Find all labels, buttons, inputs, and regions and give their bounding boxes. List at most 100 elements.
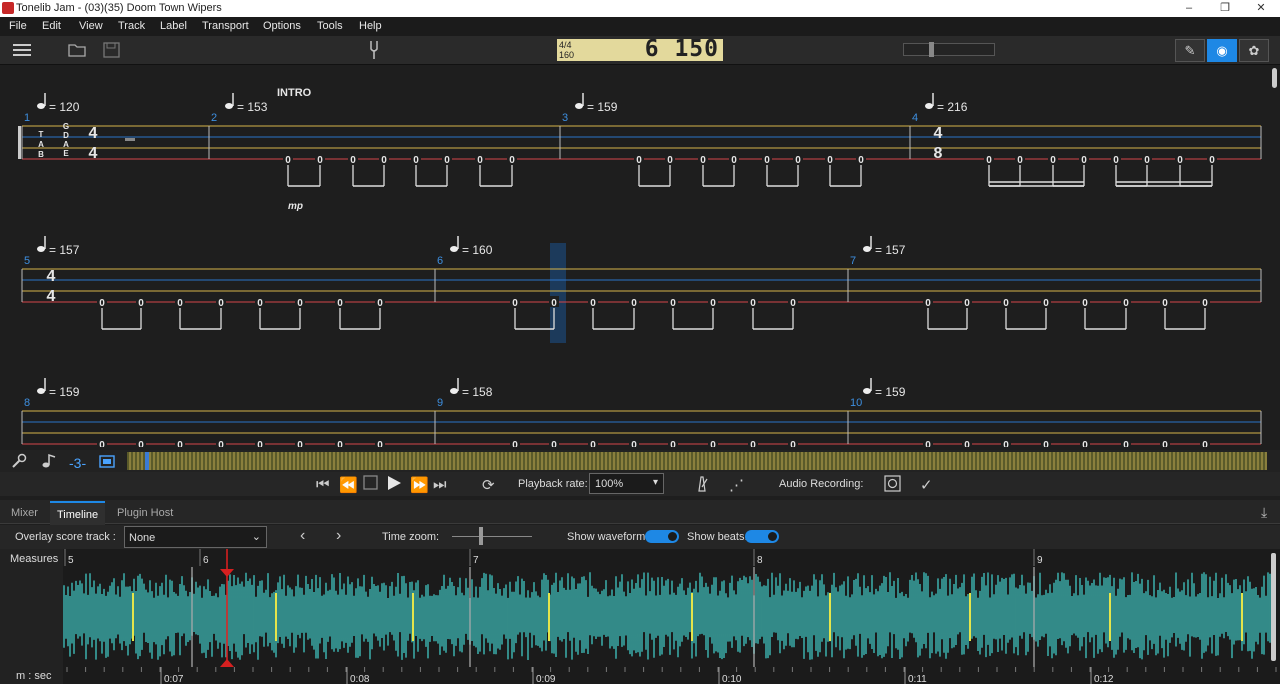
menu-transport[interactable]: Transport xyxy=(202,20,249,32)
toolbar: 4/4 160 6 150 ✎ ◉ ✿ xyxy=(0,36,1280,65)
fast-forward-icon[interactable]: ⏩ xyxy=(410,476,429,494)
time-zoom-thumb[interactable] xyxy=(479,527,483,545)
tab-3-icon[interactable]: -3- xyxy=(69,455,86,471)
fret-number: 0 xyxy=(1082,298,1088,309)
view-mode-button[interactable]: ◉ xyxy=(1207,39,1237,62)
time-signature-top: 4 xyxy=(89,125,98,142)
tempo-mark: = 158 xyxy=(462,385,493,399)
measure-number: 4 xyxy=(912,112,918,124)
tab-plugin-host[interactable]: Plugin Host xyxy=(117,507,173,519)
play-icon[interactable] xyxy=(386,475,402,495)
video-icon[interactable] xyxy=(99,453,115,472)
fret-number: 0 xyxy=(477,155,483,166)
tab-timeline[interactable]: Timeline xyxy=(50,501,106,525)
menu-label[interactable]: Label xyxy=(160,20,187,32)
menu-edit[interactable]: Edit xyxy=(42,20,61,32)
fret-number: 0 xyxy=(377,298,383,309)
beat-marker xyxy=(132,593,134,641)
skip-to-end-icon[interactable]: ⏭ xyxy=(433,476,447,493)
playhead-top-marker xyxy=(220,569,234,577)
show-waveform-toggle[interactable] xyxy=(645,530,679,543)
score-view[interactable]: 1 = 120 4 4 G D A E T A B 2 = 153 INTRO mp 0 0 0 0 0 0 0 0 3 = 1… xyxy=(0,66,1268,447)
tab-mixer[interactable]: Mixer xyxy=(11,507,38,519)
menu-file[interactable]: File xyxy=(9,20,27,32)
time-zoom-label: Time zoom: xyxy=(382,531,440,543)
fret-number: 0 xyxy=(317,155,323,166)
palette-mode-button[interactable]: ✿ xyxy=(1239,39,1269,62)
fret-number: 0 xyxy=(381,155,387,166)
menu-view[interactable]: View xyxy=(79,20,103,32)
show-beats-toggle[interactable] xyxy=(745,530,779,543)
minimize-button[interactable]: – xyxy=(1172,0,1206,17)
menu-tools[interactable]: Tools xyxy=(317,20,343,32)
waveform-canvas[interactable]: 5 6 7 8 9 0:07 0:08 0:09 0:10 0:11 0:12 xyxy=(63,549,1280,684)
quarter-note-icon xyxy=(863,246,871,252)
chevron-right-icon[interactable]: › xyxy=(336,527,341,545)
fret-number: 0 xyxy=(750,440,756,447)
fret-number: 0 xyxy=(750,298,756,309)
note-icon[interactable] xyxy=(41,453,57,472)
fret-number: 0 xyxy=(631,440,637,447)
record-icon[interactable] xyxy=(884,475,901,496)
confirm-recording-icon[interactable]: ✓ xyxy=(920,476,933,494)
menu-track[interactable]: Track xyxy=(118,20,145,32)
collapse-panel-icon[interactable]: ⤓ xyxy=(1261,504,1267,521)
maximize-button[interactable]: ❐ xyxy=(1208,0,1242,17)
menu-help[interactable]: Help xyxy=(359,20,382,32)
count-in-icon[interactable]: ⋰ xyxy=(729,476,744,494)
timeline-measure-number: 7 xyxy=(473,555,479,566)
beat-marker xyxy=(691,593,693,641)
measure-number: 2 xyxy=(211,112,217,124)
fret-number: 0 xyxy=(551,440,557,447)
rewind-icon[interactable]: ⏪ xyxy=(339,476,358,494)
fret-number: 0 xyxy=(1081,155,1087,166)
fret-number: 0 xyxy=(1162,440,1168,447)
zoom-slider-thumb[interactable] xyxy=(929,42,934,57)
playback-rate-select[interactable]: 100% ▾ xyxy=(589,473,664,494)
timeline-measure-number: 9 xyxy=(1037,555,1043,566)
fret-number: 0 xyxy=(1003,298,1009,309)
title-bar: Tonelib Jam - (03)(35) Doom Town Wipers … xyxy=(0,0,1280,17)
chevron-left-icon[interactable]: ‹ xyxy=(300,527,305,545)
measure-number: 3 xyxy=(562,112,568,124)
fret-number: 0 xyxy=(377,440,383,447)
zoom-slider[interactable] xyxy=(903,42,995,57)
overview-position-marker[interactable] xyxy=(145,452,149,470)
measure-number: 8 xyxy=(24,397,30,409)
time-label: 0:12 xyxy=(1094,674,1114,684)
folder-open-icon[interactable] xyxy=(68,42,88,62)
edit-mode-button[interactable]: ✎ xyxy=(1175,39,1205,62)
fret-number: 0 xyxy=(1202,440,1208,447)
score-scrollbar-thumb[interactable] xyxy=(1272,68,1277,88)
tempo-mark: = 159 xyxy=(875,385,906,399)
overlay-score-track-select[interactable]: None ⌄ xyxy=(124,526,267,548)
save-icon[interactable] xyxy=(103,42,121,62)
time-zoom-slider[interactable] xyxy=(452,527,532,545)
tuning-fork-icon[interactable] xyxy=(368,40,380,64)
menu-options[interactable]: Options xyxy=(263,20,301,32)
close-button[interactable]: ✕ xyxy=(1244,0,1278,17)
time-signature-top: 4 xyxy=(934,125,943,142)
beat-marker xyxy=(969,593,971,641)
menu-icon[interactable] xyxy=(12,42,32,62)
fret-number: 0 xyxy=(1123,440,1129,447)
time-unit-label: m : sec xyxy=(16,670,52,682)
quarter-note-icon xyxy=(37,388,45,394)
tempo-mark: = 216 xyxy=(937,100,968,114)
stop-icon[interactable] xyxy=(363,475,378,494)
tablature-score[interactable]: 1= 12044GDAETAB2= 153INTROmp0 0 0 0 0 0 0 03= 1… xyxy=(0,66,1268,447)
metronome-icon[interactable] xyxy=(695,476,709,496)
fret-number: 0 xyxy=(1082,440,1088,447)
skip-to-start-icon[interactable]: ⏮ xyxy=(316,476,330,493)
tempo-mark: = 157 xyxy=(875,243,906,257)
loop-icon[interactable]: ⟳ xyxy=(482,476,495,494)
fret-number: 0 xyxy=(297,440,303,447)
score-scrollbar[interactable] xyxy=(1269,66,1280,447)
fret-number: 0 xyxy=(858,155,864,166)
fret-number: 0 xyxy=(764,155,770,166)
timeline-waveform-panel[interactable]: Measures m : sec 5 6 7 8 9 0:07 0:08 0:09 0:10 0:… xyxy=(0,549,1280,684)
wrench-icon[interactable] xyxy=(11,453,27,472)
tempo-mark: = 157 xyxy=(49,243,80,257)
song-overview-bar[interactable] xyxy=(127,452,1267,470)
tempo-mark: = 159 xyxy=(587,100,618,114)
